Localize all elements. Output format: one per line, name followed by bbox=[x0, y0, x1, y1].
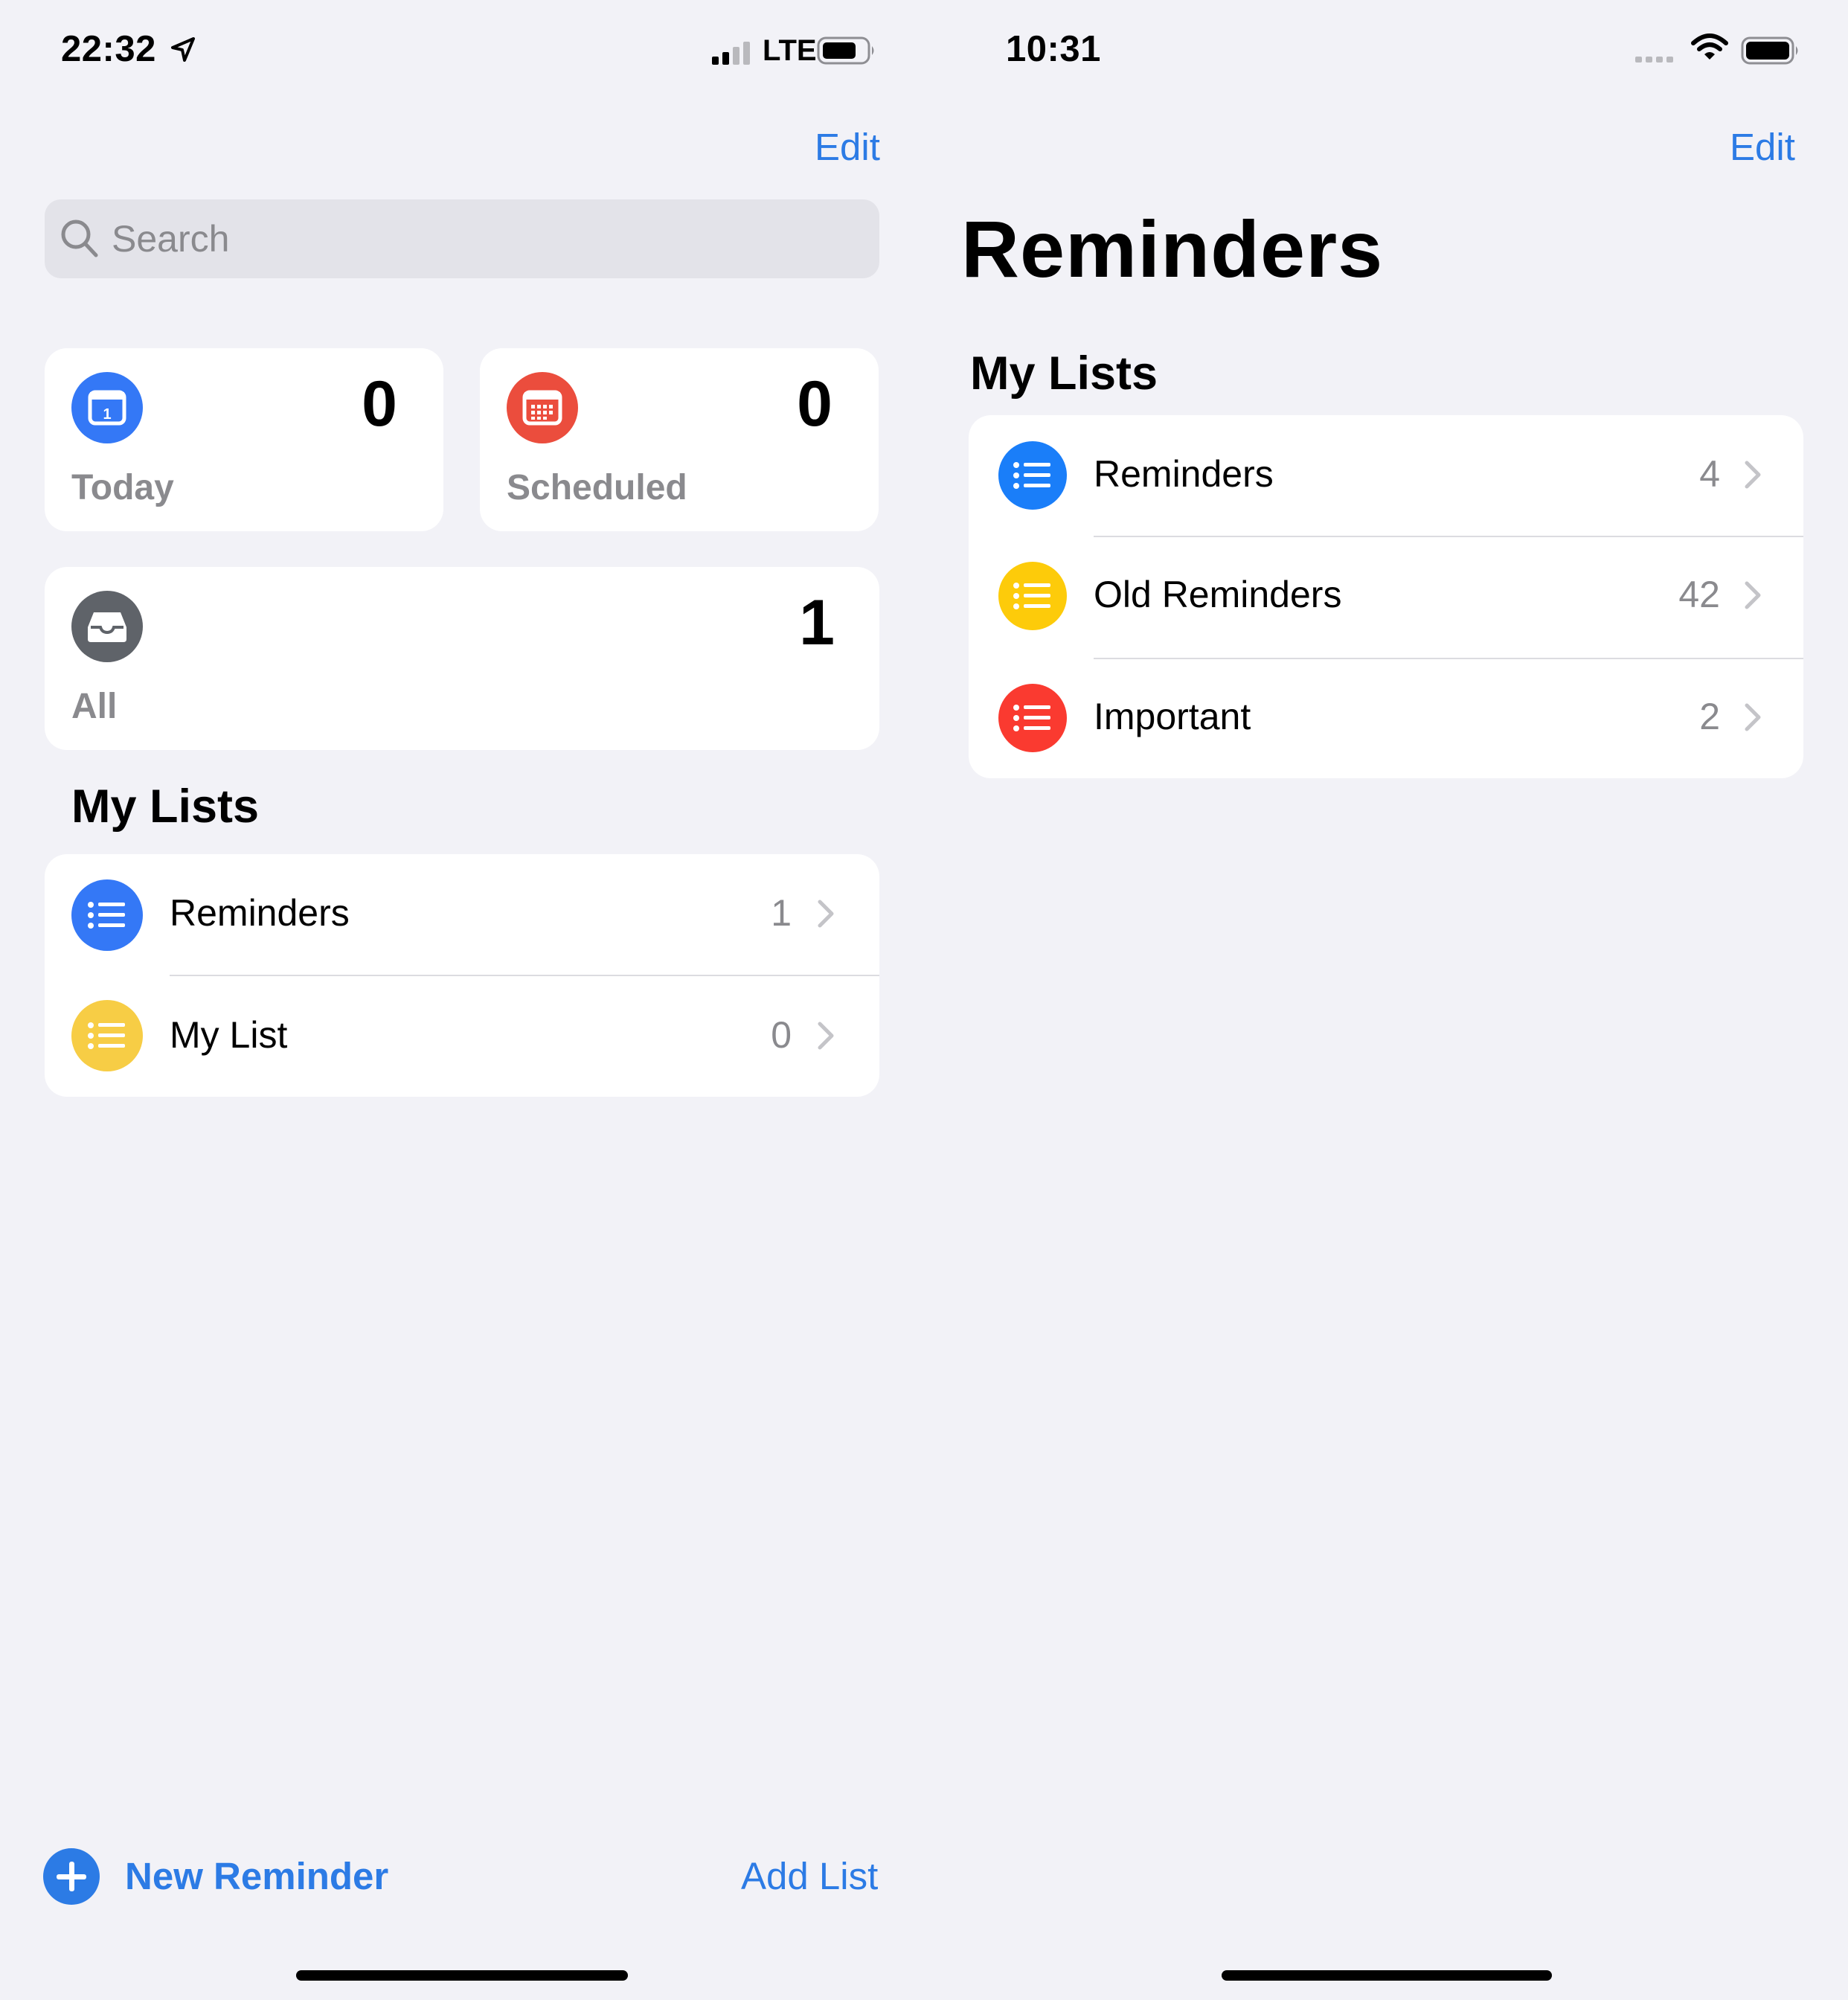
network-type: LTE bbox=[763, 34, 817, 67]
search-placeholder: Search bbox=[112, 218, 230, 260]
list-item-count: 4 bbox=[1699, 453, 1720, 495]
list-item-label: My List bbox=[170, 1014, 288, 1056]
home-indicator[interactable] bbox=[296, 1970, 628, 1981]
my-lists-card: Reminders 1 My List 0 bbox=[45, 854, 879, 1097]
list-item[interactable]: Reminders 1 bbox=[45, 854, 879, 975]
left-screen: 22:32 LTE Edit Search 1 0 Today 0 Schedu… bbox=[0, 0, 924, 2000]
list-item[interactable]: Important 2 bbox=[969, 659, 1803, 778]
battery-icon bbox=[817, 36, 874, 65]
list-item-count: 2 bbox=[1699, 696, 1720, 737]
inbox-tray-icon bbox=[71, 591, 143, 662]
home-indicator[interactable] bbox=[1222, 1970, 1552, 1981]
add-list-button[interactable]: Add List bbox=[741, 1854, 878, 1898]
today-tile[interactable]: 1 0 Today bbox=[45, 348, 443, 531]
list-item[interactable]: Reminders 4 bbox=[969, 415, 1803, 536]
all-count: 1 bbox=[799, 587, 835, 658]
list-item-label: Old Reminders bbox=[1094, 574, 1342, 615]
list-item[interactable]: My List 0 bbox=[45, 976, 879, 1097]
edit-button[interactable]: Edit bbox=[1730, 125, 1795, 169]
status-time: 22:32 bbox=[61, 29, 156, 69]
my-lists-heading: My Lists bbox=[71, 781, 260, 833]
calendar-grid-icon bbox=[507, 372, 578, 443]
list-bullet-icon bbox=[998, 562, 1067, 630]
chevron-right-icon bbox=[1745, 581, 1761, 609]
edit-button[interactable]: Edit bbox=[815, 125, 880, 169]
list-item-count: 42 bbox=[1678, 574, 1720, 615]
chevron-right-icon bbox=[1745, 703, 1761, 731]
new-reminder-plus-icon[interactable] bbox=[43, 1848, 100, 1905]
today-count: 0 bbox=[362, 368, 397, 440]
chevron-right-icon bbox=[818, 900, 834, 928]
list-bullet-icon bbox=[998, 684, 1067, 752]
location-arrow-icon bbox=[171, 37, 195, 62]
scheduled-count: 0 bbox=[797, 368, 832, 440]
search-icon bbox=[61, 219, 98, 257]
cellular-signal-icon bbox=[712, 42, 750, 65]
svg-text:1: 1 bbox=[103, 406, 111, 423]
list-bullet-icon bbox=[71, 1000, 143, 1071]
list-item-count: 0 bbox=[771, 1014, 792, 1056]
list-item-label: Important bbox=[1094, 696, 1251, 737]
list-item-label: Reminders bbox=[170, 892, 350, 934]
list-item[interactable]: Old Reminders 42 bbox=[969, 537, 1803, 658]
page-title: Reminders bbox=[961, 204, 1384, 294]
all-tile[interactable]: 1 All bbox=[45, 567, 879, 750]
battery-icon bbox=[1741, 36, 1798, 65]
chevron-right-icon bbox=[818, 1022, 834, 1050]
new-reminder-button[interactable]: New Reminder bbox=[125, 1854, 388, 1898]
right-screen: 10:31 Edit Reminders My Lists Reminders … bbox=[924, 0, 1848, 2000]
all-label: All bbox=[71, 687, 118, 726]
list-bullet-icon bbox=[998, 441, 1067, 510]
my-lists-card: Reminders 4 Old Reminders 42 Important 2 bbox=[969, 415, 1803, 778]
list-bullet-icon bbox=[71, 879, 143, 951]
list-item-count: 1 bbox=[771, 892, 792, 934]
scheduled-label: Scheduled bbox=[507, 468, 687, 507]
scheduled-tile[interactable]: 0 Scheduled bbox=[480, 348, 879, 531]
chevron-right-icon bbox=[1745, 461, 1761, 489]
list-item-label: Reminders bbox=[1094, 453, 1274, 495]
search-input[interactable]: Search bbox=[45, 199, 879, 278]
status-time: 10:31 bbox=[1006, 29, 1101, 69]
my-lists-heading: My Lists bbox=[970, 347, 1158, 400]
cellular-signal-icon bbox=[1635, 57, 1673, 62]
today-label: Today bbox=[71, 468, 174, 507]
calendar-today-icon: 1 bbox=[71, 372, 143, 443]
wifi-icon bbox=[1691, 33, 1728, 60]
